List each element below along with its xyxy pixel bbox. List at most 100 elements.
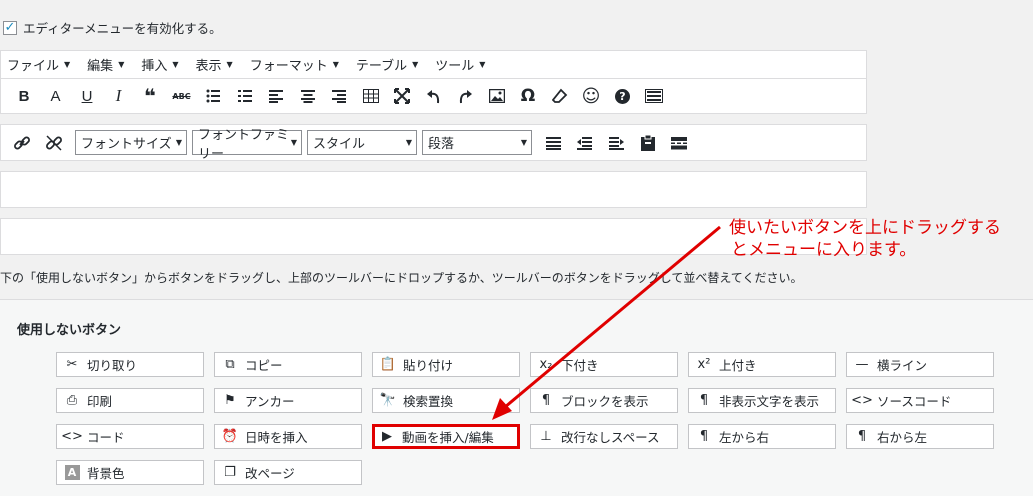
- unused-button-pilcrow[interactable]: ¶ ブロックを表示: [530, 388, 678, 413]
- pilcrow-icon: ¶: [541, 393, 551, 408]
- numbered-list-icon[interactable]: [230, 81, 260, 111]
- paste-icon: 📋: [379, 357, 397, 372]
- chevron-down-icon: ▼: [412, 60, 419, 69]
- menu-view[interactable]: 表示 ▼: [196, 55, 233, 74]
- unused-buttons-title: 使用しないボタン: [17, 323, 122, 338]
- unused-button-paste[interactable]: 📋 貼り付け: [372, 352, 520, 377]
- underline-icon[interactable]: U: [72, 81, 102, 111]
- unused-button-anchor[interactable]: ⚑ アンカー: [214, 388, 362, 413]
- paste-icon[interactable]: [633, 128, 663, 158]
- unused-button-scissors[interactable]: ✂ 切り取り: [56, 352, 204, 377]
- subscript-icon: x₂: [539, 357, 553, 372]
- align-center-icon[interactable]: [293, 81, 323, 111]
- keyboard-icon[interactable]: [639, 81, 669, 111]
- eraser-icon[interactable]: [545, 81, 575, 111]
- align-left-icon[interactable]: [261, 81, 291, 111]
- unused-button-page-break[interactable]: ❐ 改ページ: [214, 460, 362, 485]
- menu-table[interactable]: テーブル ▼: [356, 55, 418, 74]
- unused-button-label: 貼り付け: [403, 358, 454, 373]
- enable-editor-menu-checkbox[interactable]: ✓: [3, 20, 17, 35]
- justify-icon[interactable]: [538, 128, 568, 158]
- editor-toolbar-2: フォントサイズ ▼ フォントファミリー ▼ スタイル ▼ 段落 ▼: [0, 124, 867, 162]
- chevron-down-icon: ▼: [64, 60, 71, 69]
- enable-editor-menu-row[interactable]: ✓ エディターメニューを有効化する。: [3, 18, 222, 37]
- more-tag-icon[interactable]: [664, 128, 694, 158]
- superscript-icon: x²: [697, 357, 711, 372]
- align-right-icon[interactable]: [324, 81, 354, 111]
- unused-button-pilcrow[interactable]: ¶ 非表示文字を表示: [688, 388, 836, 413]
- unused-button-label: 非表示文字を表示: [719, 394, 820, 409]
- font-size-select[interactable]: フォントサイズ ▼: [75, 130, 187, 155]
- redo-icon[interactable]: [450, 81, 480, 111]
- menu-insert[interactable]: 挿入 ▼: [141, 55, 178, 74]
- unused-button-superscript[interactable]: x² 上付き: [688, 352, 836, 377]
- unused-button-source-code[interactable]: <> ソースコード: [846, 388, 994, 413]
- blockquote-icon[interactable]: ❝: [135, 81, 165, 111]
- font-family-select[interactable]: フォントファミリー ▼: [192, 128, 302, 162]
- menu-format[interactable]: フォーマット ▼: [250, 55, 339, 74]
- font-a-icon[interactable]: A: [41, 81, 71, 111]
- source-code-icon: <>: [851, 393, 873, 408]
- unused-button-label: 改行なしスペース: [561, 430, 660, 445]
- annotation-line-1: 使いたいボタンを上にドラッグする: [729, 218, 1001, 238]
- unused-buttons-panel: 使用しないボタン ✂ 切り取り ⧉ コピー 📋 貼り付け x₂ 下付き x² 上付き — 横ライン ⎙ 印…: [0, 299, 1033, 496]
- unused-button-label: 背景色: [87, 466, 125, 481]
- bold-icon[interactable]: B: [9, 81, 39, 111]
- chevron-down-icon: ▼: [479, 60, 486, 69]
- unused-button-subscript[interactable]: x₂ 下付き: [530, 352, 678, 377]
- unused-button-label: 日時を挿入: [245, 430, 308, 445]
- toolbar-drop-row-3[interactable]: [0, 171, 867, 208]
- unused-button-code[interactable]: <> コード: [56, 424, 204, 449]
- horizontal-line-icon: —: [855, 357, 869, 372]
- unused-button-label: コード: [87, 430, 125, 445]
- unused-button-label: 下付き: [561, 358, 599, 373]
- unused-button-rtl[interactable]: ¶ 右から左: [846, 424, 994, 449]
- indent-icon[interactable]: [601, 128, 631, 158]
- nonbreaking-space-icon: ⊥: [540, 429, 552, 444]
- unused-button-background-color[interactable]: A 背景色: [56, 460, 204, 485]
- unused-button-clock[interactable]: ⏰ 日時を挿入: [214, 424, 362, 449]
- unused-button-ltr[interactable]: ¶ 左から右: [688, 424, 836, 449]
- menu-tools[interactable]: ツール ▼: [435, 55, 485, 74]
- search-replace-icon: 🔭: [379, 393, 397, 408]
- clock-icon: ⏰: [221, 429, 239, 444]
- strikethrough-icon[interactable]: ABC: [167, 81, 197, 111]
- menu-file[interactable]: ファイル ▼: [7, 55, 70, 74]
- unused-button-nonbreaking-space[interactable]: ⊥ 改行なしスペース: [530, 424, 678, 449]
- unused-button-horizontal-line[interactable]: — 横ライン: [846, 352, 994, 377]
- undo-icon[interactable]: [419, 81, 449, 111]
- menu-edit[interactable]: 編集 ▼: [87, 55, 124, 74]
- italic-icon[interactable]: I: [104, 81, 134, 111]
- paragraph-select[interactable]: 段落 ▼: [422, 130, 532, 155]
- unused-button-label: 切り取り: [87, 358, 138, 373]
- chevron-down-icon: ▼: [332, 60, 339, 69]
- unused-button-video[interactable]: ▶ 動画を挿入/編集: [372, 424, 520, 449]
- bullet-list-icon[interactable]: [198, 81, 228, 111]
- outdent-icon[interactable]: [570, 128, 600, 158]
- rtl-icon: ¶: [857, 429, 867, 444]
- table-icon[interactable]: [356, 81, 386, 111]
- editor-menubar: ファイル ▼ 編集 ▼ 挿入 ▼ 表示 ▼ フォーマット ▼ テーブル ▼ ツール ▼: [0, 50, 867, 78]
- style-select[interactable]: スタイル ▼: [307, 130, 417, 155]
- help-icon[interactable]: ?: [608, 81, 638, 111]
- editor-toolbar-1: B A U I ❝ ABC Ω ☺ ?: [0, 78, 867, 114]
- unused-button-search-replace[interactable]: 🔭 検索置換: [372, 388, 520, 413]
- scissors-icon: ✂: [66, 357, 78, 372]
- emoticon-icon[interactable]: ☺: [576, 81, 606, 111]
- fullscreen-icon[interactable]: [387, 81, 417, 111]
- unused-button-label: 動画を挿入/編集: [402, 430, 494, 445]
- unused-button-label: 検索置換: [403, 394, 454, 409]
- background-color-icon: A: [63, 465, 81, 480]
- unused-button-label: 改ページ: [245, 466, 295, 481]
- page-break-icon: ❐: [224, 465, 236, 480]
- chevron-down-icon: ▼: [520, 138, 527, 147]
- unused-button-label: ブロックを表示: [561, 394, 649, 409]
- unlink-icon[interactable]: [39, 128, 69, 158]
- omega-icon[interactable]: Ω: [513, 81, 543, 111]
- link-icon[interactable]: [7, 128, 37, 158]
- unused-button-label: 上付き: [719, 358, 757, 373]
- unused-button-print[interactable]: ⎙ 印刷: [56, 388, 204, 413]
- image-icon[interactable]: [482, 81, 512, 111]
- unused-button-copy[interactable]: ⧉ コピー: [214, 352, 362, 377]
- chevron-down-icon: ▼: [118, 60, 125, 69]
